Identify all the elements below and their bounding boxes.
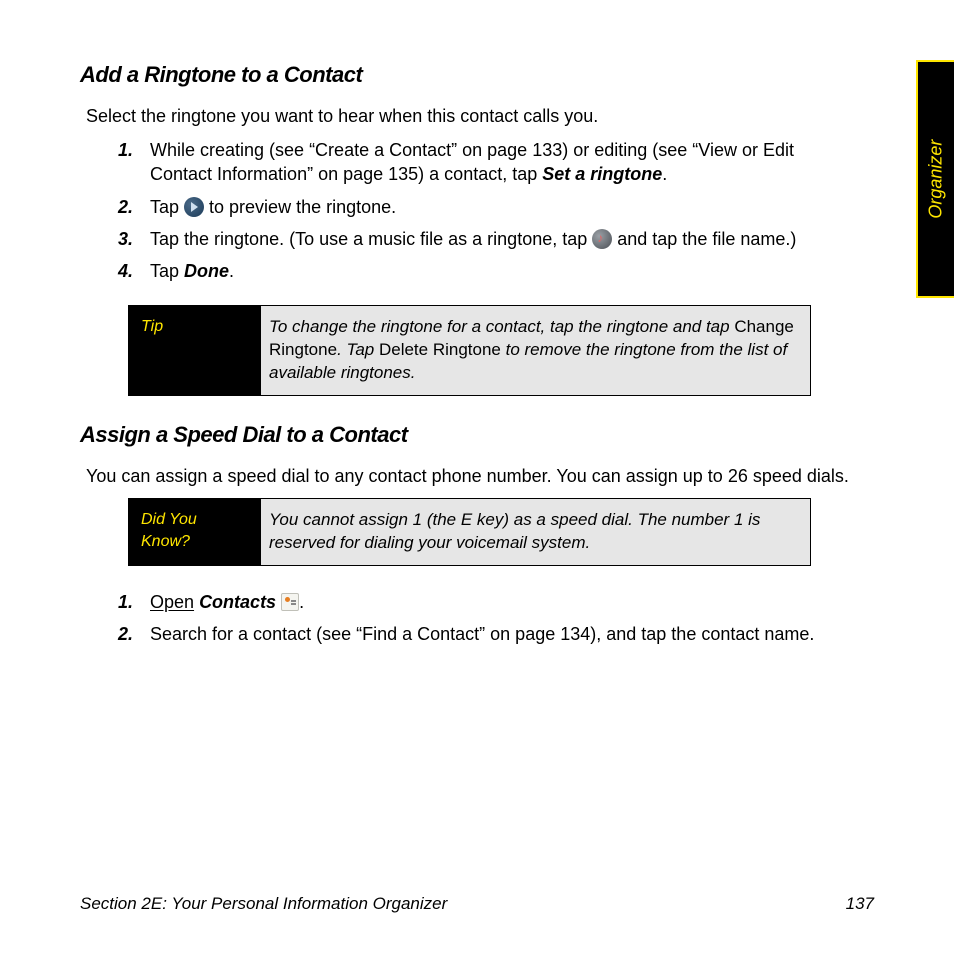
step-text: Tap (150, 197, 184, 217)
page-number: 137 (846, 893, 874, 916)
step-number: 1. (118, 138, 133, 162)
step-text: While creating (see “Create a Contact” o… (150, 140, 794, 184)
tip-body: To change the ringtone for a contact, ta… (261, 306, 810, 395)
intro-text: Select the ringtone you want to hear whe… (86, 104, 859, 128)
step-bold: Set a ringtone (542, 164, 662, 184)
step-text: . (299, 592, 304, 612)
step-text: . (229, 261, 234, 281)
step-text: Search for a contact (see “Find a Contac… (150, 624, 814, 644)
side-tab-label: Organizer (924, 139, 948, 218)
tip-text: To change the ringtone for a contact, ta… (269, 317, 734, 336)
step-text: Tap (150, 261, 184, 281)
step-text: to preview the ringtone. (204, 197, 396, 217)
tip-text: . Tap (337, 340, 379, 359)
page-content: Add a Ringtone to a Contact Select the r… (0, 0, 954, 647)
contacts-icon (281, 593, 299, 611)
footer-section: Section 2E: Your Personal Information Or… (80, 893, 447, 916)
page-footer: Section 2E: Your Personal Information Or… (80, 893, 874, 916)
step-3: 3. Tap the ringtone. (To use a music fil… (128, 227, 859, 251)
intro-text: You can assign a speed dial to any conta… (86, 464, 859, 488)
dyk-callout: Did You Know? You cannot assign 1 (the E… (128, 498, 811, 566)
tip-callout: Tip To change the ringtone for a contact… (128, 305, 811, 396)
step-number: 2. (118, 195, 133, 219)
dyk-body: You cannot assign 1 (the E key) as a spe… (261, 499, 810, 565)
step-bold: Done (184, 261, 229, 281)
step-number: 3. (118, 227, 133, 251)
music-icon (592, 229, 612, 249)
step-2: 2. Tap to preview the ringtone. (128, 195, 859, 219)
step-number: 2. (118, 622, 133, 646)
heading-speed-dial: Assign a Speed Dial to a Contact (80, 420, 859, 450)
step-2: 2. Search for a contact (see “Find a Con… (128, 622, 859, 646)
open-link[interactable]: Open (150, 592, 194, 612)
steps-add-ringtone: 1. While creating (see “Create a Contact… (128, 138, 859, 283)
step-text: Tap the ringtone. (To use a music file a… (150, 229, 592, 249)
step-text: . (662, 164, 667, 184)
play-icon (184, 197, 204, 217)
heading-add-ringtone: Add a Ringtone to a Contact (80, 60, 859, 90)
step-1: 1. While creating (see “Create a Contact… (128, 138, 859, 187)
tip-bold: Delete Ringtone (379, 340, 501, 359)
step-number: 1. (118, 590, 133, 614)
step-number: 4. (118, 259, 133, 283)
section-speed-dial: Assign a Speed Dial to a Contact You can… (80, 420, 859, 646)
dyk-label: Did You Know? (129, 499, 261, 565)
step-4: 4. Tap Done. (128, 259, 859, 283)
step-1: 1. Open Contacts . (128, 590, 859, 614)
step-bold: Contacts (199, 592, 276, 612)
step-text: and tap the file name.) (612, 229, 796, 249)
side-tab-organizer: Organizer (916, 60, 954, 298)
steps-speed-dial: 1. Open Contacts . 2. Search for a conta… (128, 590, 859, 647)
tip-label: Tip (129, 306, 261, 395)
